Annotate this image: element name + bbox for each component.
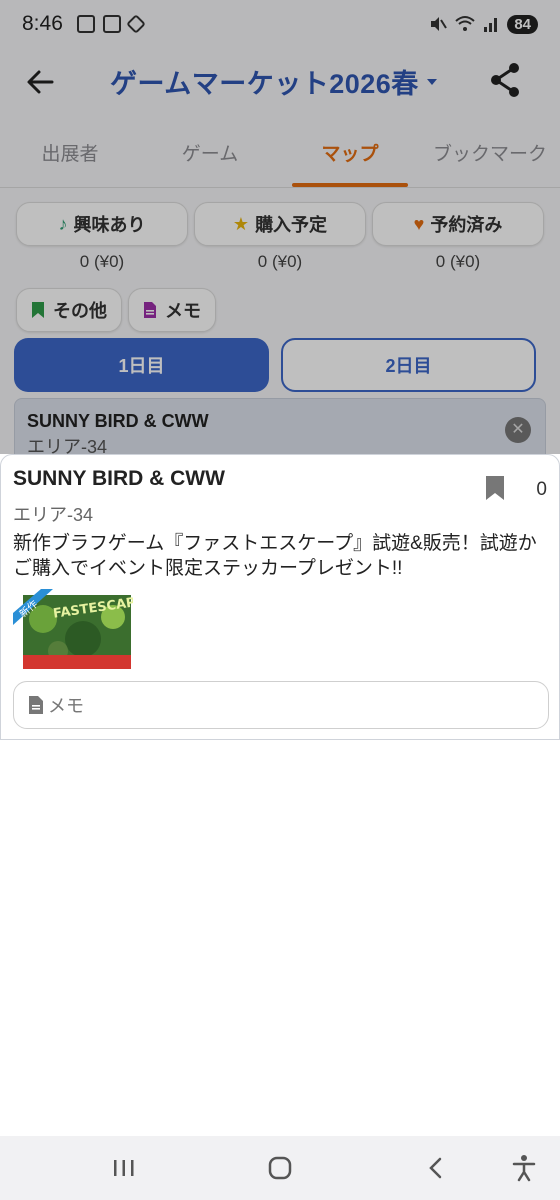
back-nav-icon[interactable]	[420, 1152, 452, 1184]
memo-input[interactable]: メモ	[13, 681, 549, 729]
booth-detail-sheet: SUNNY BIRD & CWW エリア-34 0 新作ブラフゲーム『ファストエ…	[0, 454, 560, 740]
bookmark-count: 0	[536, 479, 547, 500]
dim-overlay[interactable]	[0, 0, 560, 454]
game-thumbnail[interactable]: 新作 FASTESCAPE	[13, 589, 133, 671]
system-nav-bar	[0, 1136, 560, 1200]
booth-name: SUNNY BIRD & CWW	[13, 467, 225, 490]
memo-placeholder: メモ	[48, 696, 84, 716]
bookmark-toggle-icon[interactable]	[485, 475, 505, 501]
recent-apps-icon[interactable]	[108, 1152, 140, 1184]
booth-description: 新作ブラフゲーム『ファストエスケープ』試遊&販売！試遊かご購入でイベント限定ステ…	[13, 533, 537, 579]
booth-area: エリア-34	[13, 505, 94, 525]
accessibility-icon[interactable]	[508, 1152, 540, 1184]
home-icon[interactable]	[264, 1152, 296, 1184]
document-icon	[29, 696, 43, 714]
